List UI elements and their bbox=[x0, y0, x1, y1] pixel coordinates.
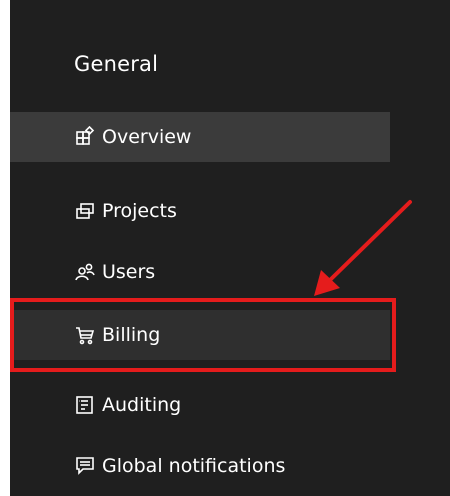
projects-icon bbox=[74, 200, 96, 222]
sidebar-item-overview[interactable]: Overview bbox=[10, 112, 390, 162]
notification-icon bbox=[74, 455, 96, 477]
sidebar-item-global-notifications[interactable]: Global notifications bbox=[10, 441, 390, 491]
sidebar-item-label: Projects bbox=[102, 200, 177, 222]
cart-icon bbox=[74, 324, 96, 346]
sidebar-item-users[interactable]: Users bbox=[10, 247, 390, 297]
sidebar-item-auditing[interactable]: Auditing bbox=[10, 380, 390, 430]
sidebar-item-label: Auditing bbox=[102, 394, 182, 416]
overview-icon bbox=[74, 126, 96, 148]
sidebar-item-label: Global notifications bbox=[102, 455, 286, 477]
sidebar-item-label: Overview bbox=[102, 126, 192, 148]
sidebar-item-label: Users bbox=[102, 261, 156, 283]
sidebar-item-label: Billing bbox=[102, 324, 161, 346]
sidebar-item-projects[interactable]: Projects bbox=[10, 186, 390, 236]
users-icon bbox=[74, 261, 96, 283]
auditing-icon bbox=[74, 394, 96, 416]
section-title-general: General bbox=[74, 52, 159, 76]
sidebar-item-billing[interactable]: Billing bbox=[10, 310, 390, 360]
